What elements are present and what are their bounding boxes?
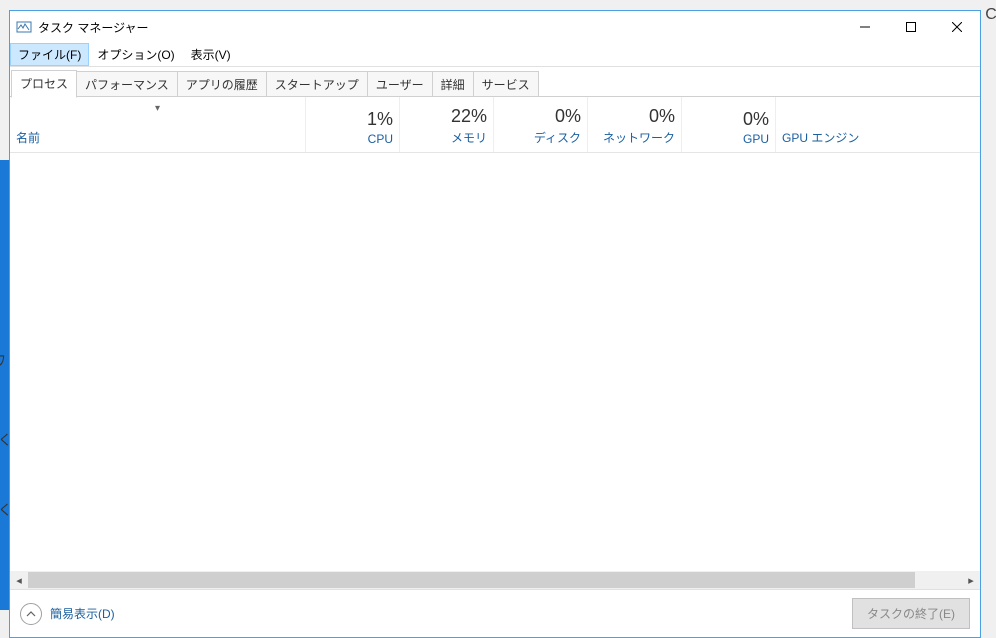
menubar: ファイル(F) オプション(O) 表示(V) <box>10 43 980 67</box>
tab-app-history[interactable]: アプリの履歴 <box>177 71 267 97</box>
cpu-usage-value: 1% <box>312 109 393 130</box>
memory-label: メモリ <box>406 129 487 146</box>
titlebar: タスク マネージャー <box>10 11 980 43</box>
scroll-thumb[interactable] <box>28 572 915 588</box>
gpu-label: GPU <box>688 132 769 146</box>
tab-processes[interactable]: プロセス <box>11 70 77 98</box>
maximize-button[interactable] <box>888 11 934 43</box>
memory-usage-value: 22% <box>406 106 487 127</box>
background-search-icon: C <box>986 0 996 30</box>
column-header-cpu[interactable]: 1% CPU <box>306 97 400 152</box>
end-task-button[interactable]: タスクの終了(E) <box>852 598 970 629</box>
tab-startup[interactable]: スタートアップ <box>266 71 368 97</box>
fewer-details-label: 簡易表示(D) <box>50 605 115 622</box>
menu-view[interactable]: 表示(V) <box>183 43 239 66</box>
close-button[interactable] <box>934 11 980 43</box>
disk-usage-value: 0% <box>500 106 581 127</box>
gpu-engine-label: GPU エンジン <box>782 129 974 146</box>
tabs: プロセス パフォーマンス アプリの履歴 スタートアップ ユーザー 詳細 サービス <box>10 67 980 97</box>
tab-services[interactable]: サービス <box>473 71 539 97</box>
column-header-memory[interactable]: 22% メモリ <box>400 97 494 152</box>
menu-options[interactable]: オプション(O) <box>89 43 182 66</box>
tab-body: ▾ 名前 1% CPU 22% メモリ 0% ディスク 0% ネットワーク 0%… <box>10 96 980 589</box>
scroll-left-arrow-icon[interactable]: ◂ <box>10 571 28 589</box>
menu-file[interactable]: ファイル(F) <box>10 43 89 66</box>
chevron-up-circle-icon <box>20 603 42 625</box>
window-title: タスク マネージャー <box>38 19 149 36</box>
gpu-usage-value: 0% <box>688 109 769 130</box>
scroll-right-arrow-icon[interactable]: ▸ <box>962 571 980 589</box>
column-name-label: 名前 <box>16 129 299 146</box>
network-usage-value: 0% <box>594 106 675 127</box>
tab-users[interactable]: ユーザー <box>367 71 433 97</box>
column-headers: ▾ 名前 1% CPU 22% メモリ 0% ディスク 0% ネットワーク 0%… <box>10 97 980 153</box>
column-header-disk[interactable]: 0% ディスク <box>494 97 588 152</box>
network-label: ネットワーク <box>594 129 675 146</box>
scroll-track[interactable] <box>28 571 962 589</box>
minimize-button[interactable] <box>842 11 888 43</box>
background-accent-stripe <box>0 160 9 610</box>
horizontal-scrollbar[interactable]: ◂ ▸ <box>10 571 980 589</box>
column-header-network[interactable]: 0% ネットワーク <box>588 97 682 152</box>
process-list-area[interactable] <box>10 153 980 571</box>
fewer-details-toggle[interactable]: 簡易表示(D) <box>20 603 115 625</box>
tab-details[interactable]: 詳細 <box>432 71 474 97</box>
bottom-bar: 簡易表示(D) タスクの終了(E) <box>10 589 980 637</box>
task-manager-icon <box>16 19 32 35</box>
column-header-gpu-engine[interactable]: GPU エンジン <box>776 97 980 152</box>
task-manager-window: タスク マネージャー ファイル(F) オプション(O) 表示(V) プロセス パ… <box>9 10 981 638</box>
chevron-down-icon: ▾ <box>155 103 160 114</box>
disk-label: ディスク <box>500 129 581 146</box>
cpu-label: CPU <box>312 132 393 146</box>
column-header-gpu[interactable]: 0% GPU <box>682 97 776 152</box>
tab-performance[interactable]: パフォーマンス <box>76 71 178 97</box>
column-header-name[interactable]: ▾ 名前 <box>10 97 306 152</box>
